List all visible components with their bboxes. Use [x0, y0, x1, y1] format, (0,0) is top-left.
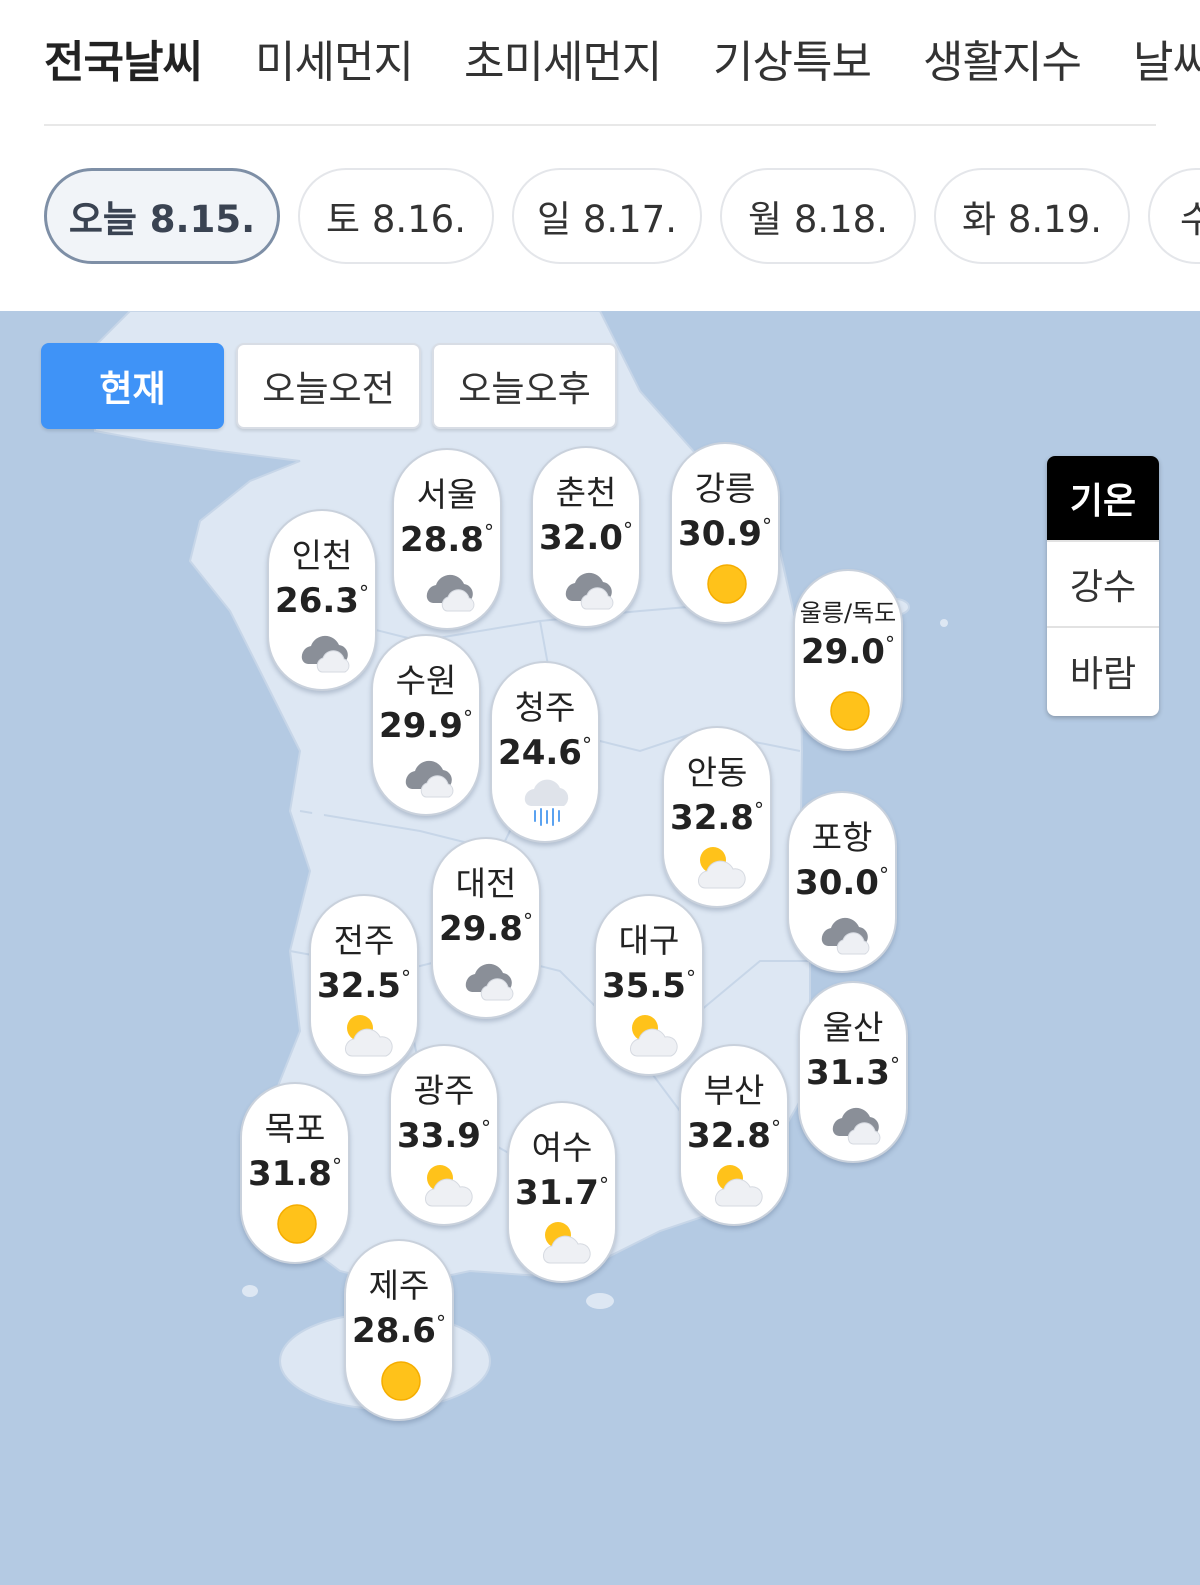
- city-name: 부산: [703, 1071, 765, 1110]
- city-name: 여수: [531, 1128, 593, 1167]
- city-name: 대전: [455, 864, 517, 903]
- city-name: 청주: [514, 688, 576, 727]
- cloudy-icon: [398, 750, 458, 802]
- city-card-jeju[interactable]: 제주 28.6°: [344, 1239, 454, 1421]
- city-name: 인천: [291, 536, 353, 575]
- city-temp: 35.5°: [602, 966, 696, 1006]
- city-card-jeonju[interactable]: 전주 32.5°: [309, 894, 419, 1076]
- city-card-gwangju[interactable]: 광주 33.9°: [389, 1044, 499, 1226]
- metric-precipitation[interactable]: 강수: [1047, 542, 1159, 628]
- tab-life-index[interactable]: 생활지수: [923, 26, 1082, 90]
- sunny-icon: [697, 558, 757, 610]
- partly-cloudy-icon: [689, 842, 749, 894]
- period-morning-button[interactable]: 오늘오전: [236, 343, 421, 429]
- tab-national-weather[interactable]: 전국날씨: [44, 26, 203, 90]
- partly-cloudy-icon: [336, 1010, 396, 1062]
- partly-cloudy-icon: [416, 1160, 476, 1212]
- city-name: 강릉: [694, 469, 756, 508]
- city-temp: 32.8°: [687, 1116, 781, 1156]
- city-card-cheongju[interactable]: 청주 24.6°: [490, 661, 600, 843]
- city-temp: 28.8°: [400, 520, 494, 560]
- city-name: 포항: [811, 818, 873, 857]
- city-card-suwon[interactable]: 수원 29.9°: [371, 634, 481, 816]
- tab-fine-dust[interactable]: 미세먼지: [255, 26, 414, 90]
- cloudy-icon: [814, 907, 874, 959]
- cloudy-icon: [419, 564, 479, 616]
- city-name: 안동: [686, 753, 748, 792]
- weather-nav: 전국날씨 미세먼지 초미세먼지 기상특보 생활지수 날씨: [0, 0, 1200, 126]
- city-temp: 31.7°: [515, 1173, 609, 1213]
- date-pill-today[interactable]: 오늘 8.15.: [44, 168, 280, 264]
- city-card-mokpo[interactable]: 목포 31.8°: [240, 1082, 350, 1264]
- city-temp: 24.6°: [498, 733, 592, 773]
- cloudy-icon: [558, 562, 618, 614]
- city-card-ulleung-dokdo[interactable]: 울릉/독도 29.0°: [793, 569, 903, 751]
- city-temp: 30.9°: [678, 514, 772, 554]
- sunny-icon: [820, 685, 880, 737]
- cloudy-icon: [825, 1097, 885, 1149]
- metric-temperature[interactable]: 기온: [1047, 456, 1159, 542]
- city-card-incheon[interactable]: 인천 26.3°: [267, 509, 377, 691]
- city-temp: 32.0°: [539, 518, 633, 558]
- city-name: 수원: [395, 661, 457, 700]
- city-temp: 30.0°: [795, 863, 889, 903]
- city-name: 전주: [333, 921, 395, 960]
- city-card-daejeon[interactable]: 대전 29.8°: [431, 837, 541, 1019]
- city-card-ulsan[interactable]: 울산 31.3°: [798, 981, 908, 1163]
- partly-cloudy-icon: [706, 1160, 766, 1212]
- city-temp: 31.3°: [806, 1053, 900, 1093]
- tab-weather-more[interactable]: 날씨: [1133, 26, 1200, 90]
- tab-ultrafine-dust[interactable]: 초미세먼지: [464, 26, 662, 90]
- city-card-busan[interactable]: 부산 32.8°: [679, 1044, 789, 1226]
- city-name: 제주: [368, 1266, 430, 1305]
- city-temp: 28.6°: [352, 1311, 446, 1351]
- city-name: 서울: [416, 475, 478, 514]
- date-pill-wed[interactable]: 수 8.20.: [1148, 168, 1200, 264]
- period-now-button[interactable]: 현재: [41, 343, 224, 429]
- date-selector: 오늘 8.15. 토 8.16. 일 8.17. 월 8.18. 화 8.19.…: [0, 126, 1200, 311]
- city-name: 대구: [618, 921, 680, 960]
- metric-wind[interactable]: 바람: [1047, 628, 1159, 714]
- city-card-chuncheon[interactable]: 춘천 32.0°: [531, 446, 641, 628]
- city-card-seoul[interactable]: 서울 28.8°: [392, 448, 502, 630]
- cloudy-icon: [458, 953, 518, 1005]
- weather-map: 현재 오늘오전 오늘오후 기온 강수 바람 서울 28.8° 춘천 32.0° …: [0, 311, 1200, 1585]
- date-pill-mon[interactable]: 월 8.18.: [720, 168, 916, 264]
- period-afternoon-button[interactable]: 오늘오후: [432, 343, 617, 429]
- date-pill-sun[interactable]: 일 8.17.: [512, 168, 702, 264]
- city-card-gangneung[interactable]: 강릉 30.9°: [670, 442, 780, 624]
- sunny-icon: [371, 1355, 431, 1407]
- tab-weather-warnings[interactable]: 기상특보: [713, 26, 872, 90]
- date-pill-sat[interactable]: 토 8.16.: [298, 168, 494, 264]
- city-card-daegu[interactable]: 대구 35.5°: [594, 894, 704, 1076]
- cloudy-icon: [294, 625, 354, 677]
- city-name: 광주: [413, 1071, 475, 1110]
- city-card-pohang[interactable]: 포항 30.0°: [787, 791, 897, 973]
- partly-cloudy-icon: [534, 1217, 594, 1269]
- sunny-icon: [267, 1198, 327, 1250]
- city-name: 목포: [264, 1109, 326, 1148]
- city-temp: 33.9°: [397, 1116, 491, 1156]
- city-temp: 29.8°: [439, 909, 533, 949]
- city-temp: 32.5°: [317, 966, 411, 1006]
- city-temp: 29.0°: [801, 632, 895, 672]
- date-pill-tue[interactable]: 화 8.19.: [934, 168, 1130, 264]
- city-temp: 29.9°: [379, 706, 473, 746]
- city-card-andong[interactable]: 안동 32.8°: [662, 726, 772, 908]
- city-temp: 31.8°: [248, 1154, 342, 1194]
- metric-toggle: 기온 강수 바람: [1047, 456, 1159, 716]
- city-temp: 32.8°: [670, 798, 764, 838]
- city-name: 춘천: [555, 473, 617, 512]
- city-name: 울산: [822, 1008, 884, 1047]
- city-temp: 26.3°: [275, 581, 369, 621]
- partly-cloudy-icon: [621, 1010, 681, 1062]
- city-name: 울릉/독도: [799, 599, 897, 627]
- city-card-yeosu[interactable]: 여수 31.7°: [507, 1101, 617, 1283]
- rain-icon: [517, 777, 577, 829]
